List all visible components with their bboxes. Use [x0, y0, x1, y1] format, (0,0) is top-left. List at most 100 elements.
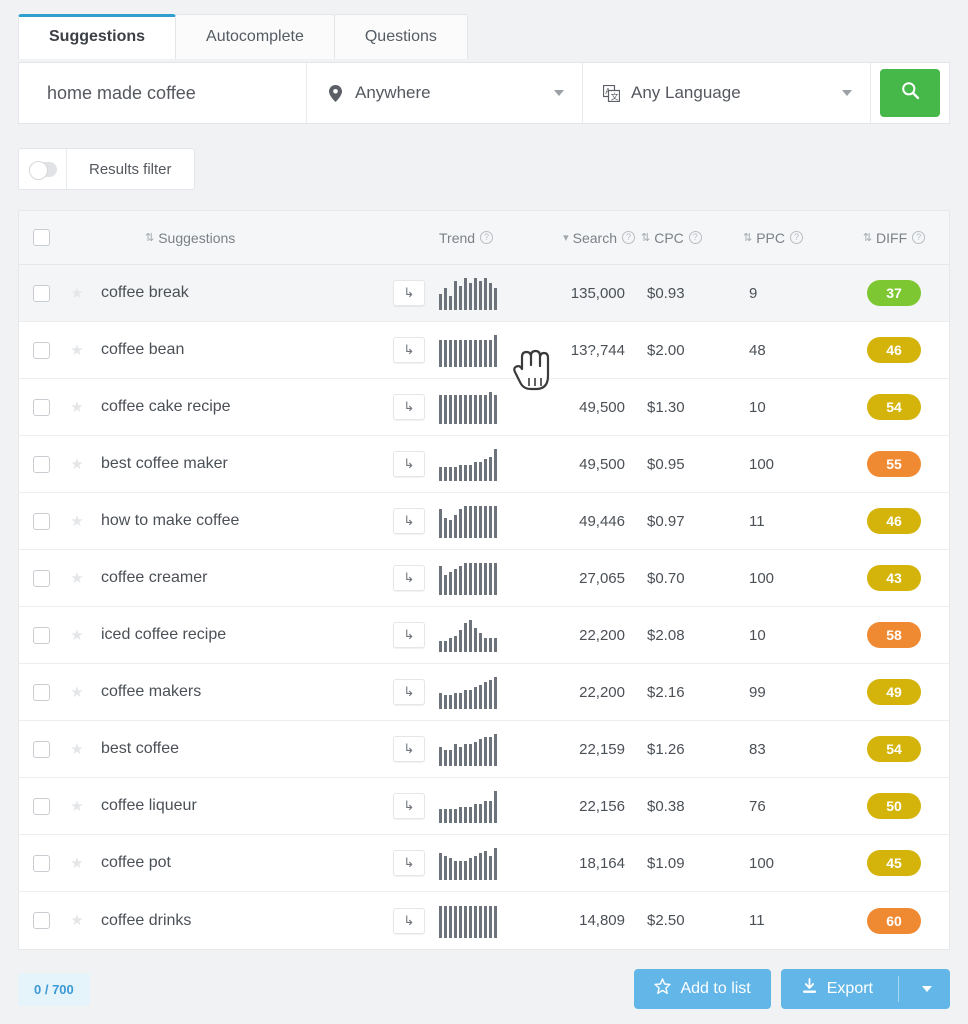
- ppc-cell: 100: [749, 569, 775, 587]
- help-icon[interactable]: ?: [480, 231, 494, 244]
- column-header-trend[interactable]: Trend ?: [439, 230, 539, 246]
- favorite-star-button[interactable]: ★: [63, 286, 91, 301]
- table-row[interactable]: ★ coffee break ↳ 135,000 $0.93 9 37: [19, 265, 949, 322]
- subdirectory-arrow-icon[interactable]: ↳: [393, 907, 425, 934]
- keyword-cell[interactable]: coffee bean: [91, 341, 379, 359]
- favorite-star-button[interactable]: ★: [63, 457, 91, 472]
- language-select[interactable]: A 文 Any Language: [583, 63, 871, 123]
- table-row[interactable]: ★ how to make coffee ↳ 49,446 $0.97 11 46: [19, 493, 949, 550]
- keyword-cell[interactable]: coffee cake recipe: [91, 398, 379, 416]
- row-checkbox[interactable]: [19, 455, 63, 473]
- search-input[interactable]: home made coffee: [19, 63, 307, 123]
- subdirectory-arrow-icon[interactable]: ↳: [393, 394, 425, 420]
- subdirectory-arrow-icon[interactable]: ↳: [393, 793, 425, 819]
- keyword-cell[interactable]: coffee pot: [91, 854, 379, 872]
- trend-sparkline: [439, 846, 497, 880]
- cpc-cell: $2.50: [647, 912, 685, 929]
- favorite-star-button[interactable]: ★: [63, 343, 91, 358]
- row-checkbox[interactable]: [19, 912, 63, 929]
- select-all-checkbox[interactable]: [19, 229, 63, 246]
- star-icon: ★: [70, 398, 84, 416]
- row-checkbox[interactable]: [19, 341, 63, 359]
- tab-questions[interactable]: Questions: [333, 14, 468, 59]
- row-checkbox[interactable]: [19, 398, 63, 416]
- row-checkbox[interactable]: [19, 854, 63, 872]
- keyword-cell[interactable]: how to make coffee: [91, 512, 379, 530]
- keyword-cell[interactable]: best coffee: [91, 740, 379, 758]
- column-header-ppc[interactable]: ⇅ PPC ?: [739, 230, 839, 246]
- column-label: CPC: [654, 229, 684, 246]
- results-filter-toggle[interactable]: [19, 149, 67, 189]
- help-icon[interactable]: ?: [790, 231, 804, 244]
- keyword-cell[interactable]: coffee makers: [91, 683, 379, 701]
- ppc-cell: 10: [749, 626, 766, 644]
- keyword-cell[interactable]: best coffee maker: [91, 455, 379, 473]
- help-icon[interactable]: ?: [688, 231, 702, 244]
- keyword-cell[interactable]: coffee break: [91, 284, 379, 302]
- keyword-cell[interactable]: coffee drinks: [91, 912, 379, 930]
- row-checkbox[interactable]: [19, 626, 63, 644]
- help-icon[interactable]: ?: [622, 231, 635, 244]
- favorite-star-button[interactable]: ★: [63, 913, 91, 928]
- trend-sparkline-cell: [439, 904, 539, 938]
- subdirectory-arrow-icon[interactable]: ↳: [393, 508, 425, 534]
- favorite-star-button[interactable]: ★: [63, 685, 91, 700]
- table-row[interactable]: ★ coffee cake recipe ↳ 49,500 $1.30 10 54: [19, 379, 949, 436]
- table-row[interactable]: ★ coffee drinks ↳ 14,809 $2.50 11 60: [19, 892, 949, 949]
- column-header-suggestions[interactable]: ⇅ Suggestions: [63, 230, 457, 246]
- subdirectory-arrow-icon[interactable]: ↳: [393, 451, 425, 477]
- column-header-diff[interactable]: ⇅ DIFF ?: [839, 230, 949, 246]
- subdirectory-arrow-icon[interactable]: ↳: [393, 622, 425, 648]
- checkbox-icon: [32, 512, 50, 530]
- keyword-cell[interactable]: iced coffee recipe: [91, 626, 379, 644]
- subdirectory-arrow-icon[interactable]: ↳: [393, 280, 425, 306]
- table-row[interactable]: ★ coffee bean ↳ 13?,744 $2.00 48 46: [19, 322, 949, 379]
- table-row[interactable]: ★ coffee liqueur ↳ 22,156 $0.38 76 50: [19, 778, 949, 835]
- row-checkbox[interactable]: [19, 284, 63, 302]
- export-button[interactable]: Export: [780, 969, 950, 1009]
- subdirectory-arrow-icon[interactable]: ↳: [393, 565, 425, 591]
- favorite-star-button[interactable]: ★: [63, 628, 91, 643]
- column-header-search[interactable]: ▾ Search ?: [539, 230, 639, 246]
- cpc-cell: $0.93: [647, 284, 685, 302]
- add-to-list-button[interactable]: Add to list: [634, 969, 771, 1009]
- trend-sparkline-cell: [439, 789, 539, 823]
- diff-cell: 55: [839, 451, 949, 477]
- export-dropdown-toggle[interactable]: [908, 986, 950, 992]
- favorite-star-button[interactable]: ★: [63, 400, 91, 415]
- subdirectory-arrow-icon[interactable]: ↳: [393, 736, 425, 762]
- cpc-cell: $0.95: [647, 455, 685, 473]
- tab-autocomplete[interactable]: Autocomplete: [175, 14, 335, 59]
- results-filter-button[interactable]: Results filter: [67, 149, 194, 189]
- table-row[interactable]: ★ coffee pot ↳ 18,164 $1.09 100 45: [19, 835, 949, 892]
- subdirectory-arrow-icon[interactable]: ↳: [393, 850, 425, 876]
- table-row[interactable]: ★ coffee creamer ↳ 27,065 $0.70 100 43: [19, 550, 949, 607]
- row-checkbox[interactable]: [19, 512, 63, 530]
- table-row[interactable]: ★ best coffee ↳ 22,159 $1.26 83 54: [19, 721, 949, 778]
- column-header-cpc[interactable]: ⇅ CPC ?: [639, 230, 739, 246]
- subdirectory-arrow-icon[interactable]: ↳: [393, 679, 425, 705]
- star-icon: ★: [70, 854, 84, 872]
- location-select[interactable]: Anywhere: [307, 63, 583, 123]
- trend-sparkline-cell: [439, 675, 539, 709]
- row-checkbox[interactable]: [19, 683, 63, 701]
- search-button[interactable]: [880, 69, 940, 117]
- search-query-value: home made coffee: [47, 82, 196, 103]
- row-checkbox[interactable]: [19, 569, 63, 587]
- favorite-star-button[interactable]: ★: [63, 571, 91, 586]
- row-checkbox[interactable]: [19, 740, 63, 758]
- help-icon[interactable]: ?: [912, 231, 926, 244]
- favorite-star-button[interactable]: ★: [63, 514, 91, 529]
- favorite-star-button[interactable]: ★: [63, 799, 91, 814]
- keyword-cell[interactable]: coffee creamer: [91, 569, 379, 587]
- row-checkbox[interactable]: [19, 797, 63, 815]
- tab-suggestions[interactable]: Suggestions: [18, 14, 177, 59]
- favorite-star-button[interactable]: ★: [63, 856, 91, 871]
- table-row[interactable]: ★ coffee makers ↳ 22,200 $2.16 99 49: [19, 664, 949, 721]
- checkbox-icon: [32, 455, 50, 473]
- favorite-star-button[interactable]: ★: [63, 742, 91, 757]
- table-row[interactable]: ★ iced coffee recipe ↳ 22,200 $2.08 10 58: [19, 607, 949, 664]
- table-row[interactable]: ★ best coffee maker ↳ 49,500 $0.95 100 55: [19, 436, 949, 493]
- subdirectory-arrow-icon[interactable]: ↳: [393, 337, 425, 363]
- keyword-cell[interactable]: coffee liqueur: [91, 797, 379, 815]
